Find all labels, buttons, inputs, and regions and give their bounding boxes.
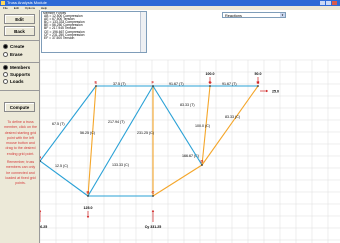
load-label: 50.0 <box>255 72 262 76</box>
help-text: To define a truss member, click on the d… <box>4 120 37 190</box>
load-label: 25.0 <box>272 90 279 94</box>
radio-dot <box>3 44 8 50</box>
compute-button[interactable]: Compute <box>4 102 35 112</box>
member-force-label: 91.67 (T) <box>169 82 184 86</box>
node-label: G <box>209 80 212 85</box>
app-icon <box>1 1 5 5</box>
member-DH <box>201 85 259 166</box>
arrow-head <box>40 210 42 212</box>
member-force-label: 100.0 (C) <box>195 124 210 128</box>
radio-members-label: Members <box>10 65 31 70</box>
node-joint <box>209 85 211 87</box>
radio-loads-label: Loads <box>10 79 24 84</box>
node-joint <box>152 195 154 197</box>
truss-canvas[interactable]: 12.5 (C) 67.5 (T) 133.33 (C) 56.25 (C) 217.9… <box>40 10 340 243</box>
radio-erase[interactable]: Erase <box>3 52 23 58</box>
radio-create-label: Create <box>10 44 25 49</box>
member-force-label: 56.25 (C) <box>80 131 95 135</box>
node-label: F <box>152 80 155 85</box>
node-label: H <box>257 80 260 85</box>
reaction-label: Cy 331.25 <box>145 225 162 229</box>
help-paragraph-2: Remember, truss members can only be conn… <box>5 160 36 186</box>
member-BE <box>87 85 97 197</box>
radio-loads[interactable]: Loads <box>3 79 24 85</box>
truss-members: 12.5 (C) 67.5 (T) 133.33 (C) 56.25 (C) 217.9… <box>40 82 259 197</box>
truss-nodes: A B C D E F G H <box>40 80 260 197</box>
load-label: 100.0 <box>206 72 215 76</box>
divider <box>0 40 39 41</box>
node-joint <box>201 164 203 166</box>
maximize-button[interactable] <box>326 1 331 5</box>
radio-supports-label: Supports <box>10 72 31 77</box>
divider <box>0 90 39 91</box>
member-force-label: 67.5 (T) <box>52 122 65 126</box>
node-joint <box>152 85 154 87</box>
node-joint <box>95 85 97 87</box>
arrow-head <box>266 89 268 93</box>
member-CD <box>152 164 203 197</box>
radio-dot <box>3 65 8 71</box>
member-force-label: 83.33 (T) <box>180 103 195 107</box>
edit-button[interactable]: Edit <box>4 14 35 24</box>
radio-dot <box>3 72 8 78</box>
back-button[interactable]: Back <box>4 26 35 36</box>
radio-dot <box>3 52 8 58</box>
minimize-button[interactable] <box>320 1 325 5</box>
member-force-label: 133.33 (C) <box>112 163 129 167</box>
node-label: D <box>201 159 204 164</box>
node-joint <box>257 85 259 87</box>
node-label: B <box>87 190 90 195</box>
radio-create[interactable]: Create <box>3 44 25 50</box>
radio-dot <box>3 79 8 85</box>
load-label: 125.0 <box>84 206 93 210</box>
divider <box>0 62 39 63</box>
help-paragraph-1: To define a truss member, click on the d… <box>4 120 37 156</box>
node-label: A <box>40 155 42 160</box>
grid <box>40 59 340 243</box>
reaction-label: Ay 56.25 <box>40 225 47 229</box>
node-label: C <box>152 190 155 195</box>
member-force-label: 91.67 (T) <box>222 82 237 86</box>
radio-erase-label: Erase <box>10 52 23 57</box>
node-label: E <box>95 80 98 85</box>
member-force-label: 37.5 (T) <box>113 82 126 86</box>
member-AE <box>40 85 97 162</box>
member-force-label: 83.33 (C) <box>225 115 240 119</box>
radio-supports[interactable]: Supports <box>3 72 31 78</box>
node-joint <box>87 195 89 197</box>
radio-members[interactable]: Members <box>3 65 31 71</box>
member-BF <box>87 85 154 197</box>
member-force-label: 217.94 (T) <box>108 120 125 124</box>
member-force-label: 12.5 (C) <box>55 164 68 168</box>
arrow-head <box>86 216 90 218</box>
member-force-label: 231.25 (C) <box>137 131 154 135</box>
close-button[interactable] <box>332 1 337 5</box>
left-panel: Edit Back Create Erase Members Supports … <box>0 10 40 243</box>
